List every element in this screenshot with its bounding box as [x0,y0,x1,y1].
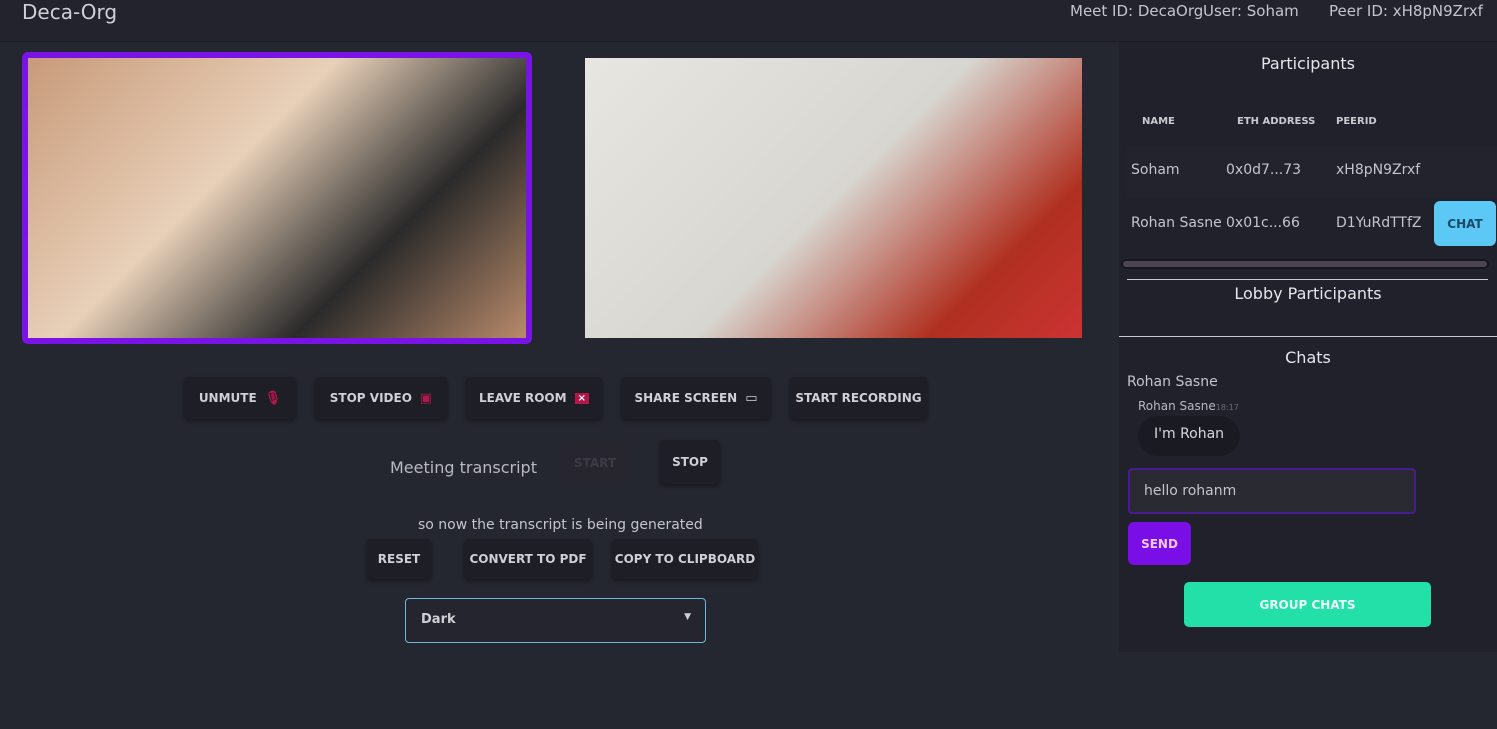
local-video [22,52,532,344]
row-peer: xH8pN9Zrxf [1336,162,1421,178]
message-bubble: I'm Rohan [1138,416,1241,456]
start-label: START [573,456,617,470]
share-screen-label: SHARE SCREEN [634,391,738,405]
divider [1119,336,1497,337]
unmute-label: UNMUTE [198,391,257,405]
row-name: Soham [1131,162,1180,178]
message-sender: Rohan Sasne18:17 [1138,399,1239,413]
col-peerid: PEERID [1336,116,1377,127]
start-recording-button[interactable]: START RECORDING [790,377,927,419]
leave-room-label: LEAVE ROOM [479,391,567,405]
peer-id: Peer ID: xH8pN9Zrxf [1329,2,1483,20]
remote-video [585,58,1082,338]
chat-input[interactable]: hello rohanm [1128,468,1416,514]
unmute-button[interactable]: UNMUTE 🎙 [184,377,296,419]
horizontal-scrollbar[interactable] [1121,259,1489,269]
table-row: Soham 0x0d7...73 xH8pN9Zrxf [1127,147,1497,197]
row-eth: 0x0d7...73 [1226,162,1302,178]
copy-label: COPY TO CLIPBOARD [614,552,756,566]
camera-off-icon: ▣ [419,390,433,406]
transcript-text: so now the transcript is being generated [418,517,703,533]
participants-title: Participants [1261,54,1355,73]
divider [1127,279,1488,280]
transcript-stop-button[interactable]: STOP [660,440,720,484]
transcript-start-button[interactable]: START [562,442,628,484]
col-name: NAME [1142,116,1175,127]
theme-value: Dark [421,612,456,627]
theme-select[interactable]: Dark ▼ [405,598,706,643]
lobby-title: Lobby Participants [1234,284,1382,303]
reset-button[interactable]: RESET [367,539,431,579]
leave-room-button[interactable]: LEAVE ROOM × [466,377,602,419]
sidebar: Participants NAME ETH ADDRESS PEERID Soh… [1119,42,1497,652]
sender-name: Rohan Sasne [1138,399,1216,413]
chats-title: Chats [1285,348,1331,367]
row-name: Rohan Sasne [1131,215,1222,231]
top-bar: Deca-Org Meet ID: DecaOrg User: Soham Pe… [0,0,1497,42]
col-eth: ETH ADDRESS [1237,116,1316,127]
row-peer: D1YuRdTTfZ [1336,215,1422,231]
reset-label: RESET [377,552,421,566]
app-title: Deca-Org [22,0,118,24]
chat-contact: Rohan Sasne [1127,374,1218,390]
stop-video-button[interactable]: STOP VIDEO ▣ [315,377,447,419]
stop-video-label: STOP VIDEO [329,391,412,405]
chevron-down-icon: ▼ [684,612,691,622]
screen-icon: ▭ [745,390,758,406]
start-recording-label: START RECORDING [795,391,922,405]
group-chats-button[interactable]: GROUP CHATS [1184,582,1431,627]
row-eth: 0x01c...66 [1226,215,1300,231]
close-icon: × [574,392,589,404]
stop-label: STOP [672,455,708,469]
message-time: 18:17 [1215,403,1239,412]
send-button[interactable]: SEND [1128,522,1191,565]
chat-button[interactable]: CHAT [1434,201,1496,246]
convert-pdf-button[interactable]: CONVERT TO PDF [464,539,592,579]
meet-id: Meet ID: DecaOrg [1070,2,1204,20]
share-screen-button[interactable]: SHARE SCREEN ▭ [621,377,771,419]
copy-clipboard-button[interactable]: COPY TO CLIPBOARD [612,539,758,579]
mic-off-icon: 🎙 [264,390,282,406]
user-name: User: Soham [1203,2,1299,20]
pdf-label: CONVERT TO PDF [469,552,587,566]
transcript-label: Meeting transcript [390,458,537,477]
